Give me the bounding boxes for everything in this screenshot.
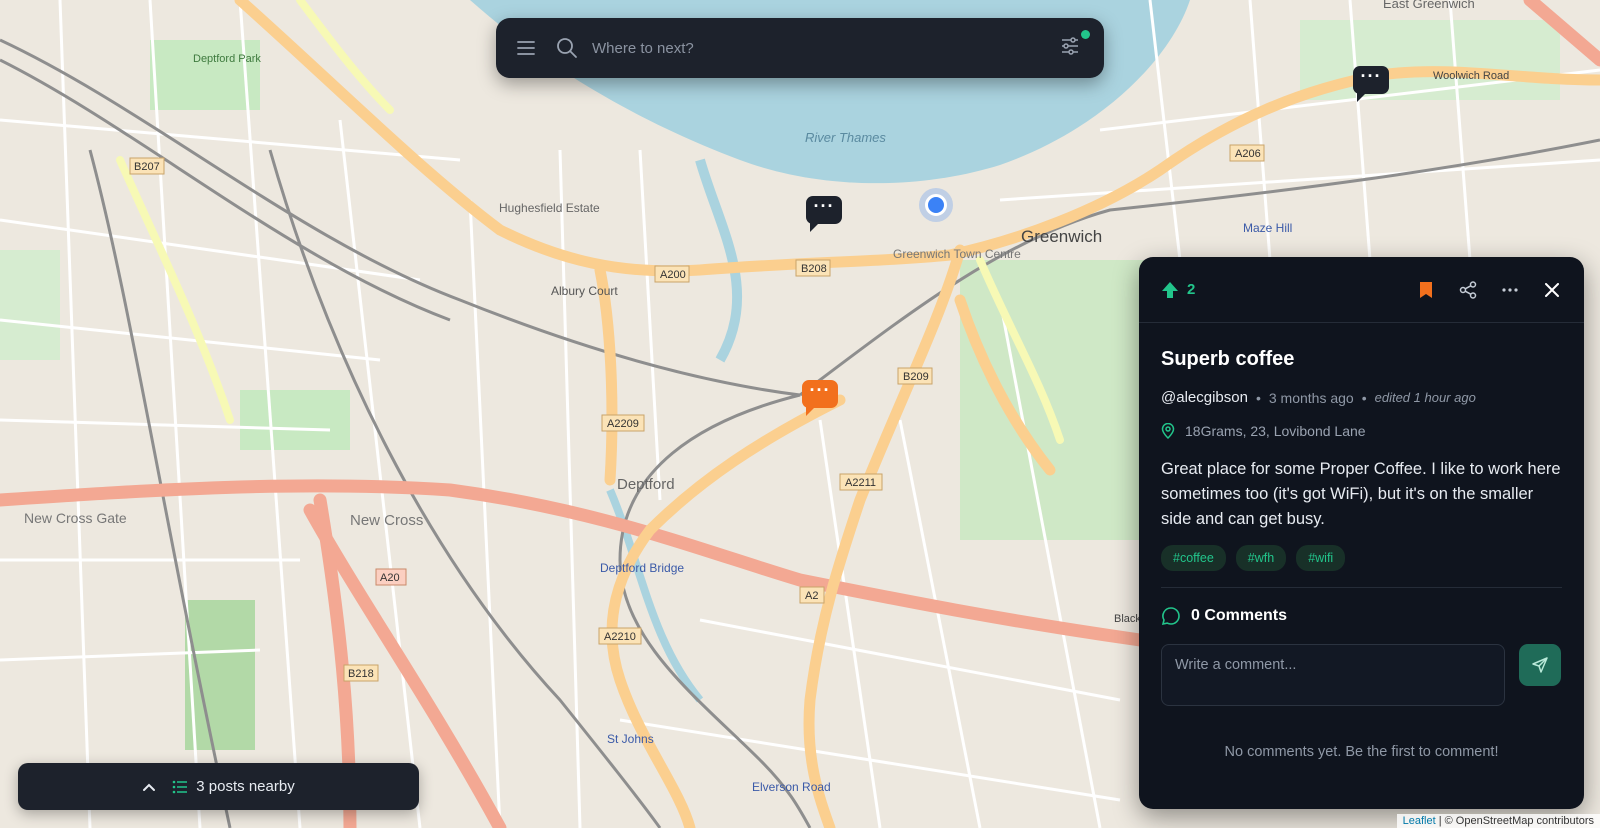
svg-text:B218: B218	[348, 668, 374, 680]
post-location[interactable]: 18Grams, 23, Lovibond Lane	[1161, 423, 1562, 439]
close-icon	[1545, 282, 1559, 297]
svg-text:B209: B209	[903, 371, 929, 383]
search-input[interactable]	[590, 38, 1060, 58]
post-body: Great place for some Proper Coffee. I li…	[1161, 460, 1561, 528]
comments-header: 0 Comments	[1161, 606, 1562, 626]
tag-chip[interactable]: #wifi	[1296, 545, 1346, 571]
list-icon	[172, 780, 188, 793]
svg-text:B207: B207	[134, 161, 160, 173]
bookmark-icon	[1420, 281, 1432, 298]
svg-text:Deptford Park: Deptford Park	[193, 53, 261, 65]
more-button[interactable]	[1500, 280, 1520, 300]
filter-active-dot	[1081, 30, 1090, 39]
svg-text:A200: A200	[660, 269, 686, 281]
bookmark-button[interactable]	[1416, 280, 1436, 300]
svg-text:Greenwich Town Centre: Greenwich Town Centre	[893, 247, 1021, 261]
svg-text:A2210: A2210	[604, 631, 636, 643]
comment-composer	[1161, 644, 1562, 706]
svg-text:New Cross: New Cross	[350, 512, 423, 529]
post-edited: edited 1 hour ago	[1374, 390, 1476, 405]
filter-button[interactable]	[1060, 30, 1090, 60]
share-icon	[1459, 280, 1477, 299]
search-icon	[557, 38, 577, 58]
map-attribution: Leaflet | © OpenStreetMap contributors	[1396, 814, 1600, 828]
post-author[interactable]: @alecgibson	[1161, 389, 1248, 406]
svg-text:Greenwich: Greenwich	[1021, 227, 1102, 246]
tag-list: #coffee #wfh #wifi	[1161, 545, 1562, 571]
more-icon	[1502, 287, 1518, 292]
share-button[interactable]	[1458, 280, 1478, 300]
svg-text:Maze Hill: Maze Hill	[1243, 221, 1292, 235]
nearby-posts-toggle[interactable]: 3 posts nearby	[18, 763, 419, 810]
menu-icon[interactable]	[514, 36, 538, 60]
arrow-up-icon	[1162, 281, 1178, 298]
svg-text:B208: B208	[801, 263, 827, 275]
svg-text:Elverson Road: Elverson Road	[752, 780, 831, 794]
post-meta: @alecgibson • 3 months ago • edited 1 ho…	[1161, 389, 1562, 406]
post-panel: 2 Superb coffee @alecgibson • 3 months a…	[1139, 257, 1584, 809]
svg-text:New Cross Gate: New Cross Gate	[24, 510, 127, 526]
divider	[1161, 587, 1562, 588]
svg-text:Deptford: Deptford	[617, 476, 675, 493]
post-date: 3 months ago	[1268, 389, 1354, 406]
svg-text:A20: A20	[380, 572, 400, 584]
post-title: Superb coffee	[1161, 348, 1295, 370]
svg-text:Albury Court: Albury Court	[551, 284, 618, 298]
close-button[interactable]	[1542, 280, 1562, 300]
comment-input[interactable]	[1161, 644, 1505, 706]
svg-text:A2209: A2209	[607, 418, 639, 430]
post-marker[interactable]: ···	[1353, 66, 1389, 102]
svg-text:A2211: A2211	[845, 477, 876, 489]
svg-text:River Thames: River Thames	[805, 130, 886, 145]
send-comment-button[interactable]	[1519, 644, 1561, 686]
svg-text:A2: A2	[805, 590, 818, 602]
separator: •	[1361, 389, 1367, 406]
post-marker[interactable]: ···	[806, 196, 842, 232]
nearby-label: 3 posts nearby	[196, 778, 295, 795]
map-pin-icon	[1161, 423, 1175, 439]
sliders-icon	[1062, 37, 1078, 55]
upvote-button[interactable]: 2	[1161, 281, 1195, 299]
park-area	[960, 260, 1160, 540]
post-panel-header: 2	[1139, 257, 1584, 323]
comment-icon	[1161, 607, 1180, 626]
location-label: 18Grams, 23, Lovibond Lane	[1185, 423, 1366, 439]
send-icon	[1532, 657, 1548, 673]
park-area	[185, 600, 255, 750]
tag-chip[interactable]: #wfh	[1235, 545, 1287, 571]
svg-text:Woolwich Road: Woolwich Road	[1433, 70, 1509, 82]
svg-text:St Johns: St Johns	[607, 732, 654, 746]
post-marker-active[interactable]: ···	[802, 380, 838, 416]
svg-text:A206: A206	[1235, 148, 1261, 160]
park-area	[0, 250, 60, 360]
separator: •	[1255, 389, 1261, 406]
search-bar	[496, 18, 1104, 78]
comments-title: 0 Comments	[1191, 607, 1288, 624]
osm-credit: | © OpenStreetMap contributors	[1438, 815, 1594, 827]
empty-comments-message: No comments yet. Be the first to comment…	[1224, 744, 1499, 760]
svg-text:Deptford Bridge: Deptford Bridge	[600, 561, 684, 575]
current-location-dot	[925, 194, 947, 216]
leaflet-link[interactable]: Leaflet	[1403, 815, 1436, 827]
svg-text:East Greenwich: East Greenwich	[1383, 0, 1475, 11]
chevron-up-icon	[143, 783, 156, 791]
vote-count: 2	[1187, 281, 1196, 298]
tag-chip[interactable]: #coffee	[1161, 545, 1226, 571]
svg-text:Hughesfield Estate: Hughesfield Estate	[499, 201, 600, 215]
park-area	[240, 390, 350, 450]
